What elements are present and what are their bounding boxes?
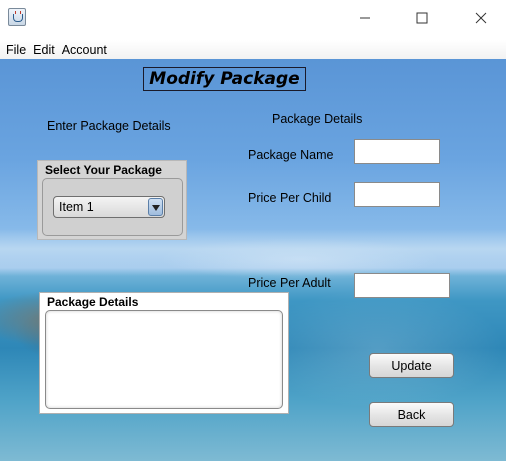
java-cup-icon bbox=[8, 8, 26, 26]
details-heading: Package Details bbox=[272, 112, 363, 126]
minimize-button[interactable] bbox=[350, 6, 380, 30]
enter-details-label: Enter Package Details bbox=[47, 119, 171, 133]
maximize-icon bbox=[416, 12, 428, 24]
package-name-field[interactable] bbox=[354, 139, 440, 164]
select-panel-title: Select Your Package bbox=[45, 163, 162, 177]
page-title-box: Modify Package bbox=[143, 67, 306, 91]
minimize-icon bbox=[360, 17, 370, 19]
content-area: Modify Package Enter Package Details Pac… bbox=[0, 59, 506, 461]
package-details-textarea[interactable] bbox=[45, 310, 283, 409]
menu-edit[interactable]: Edit bbox=[33, 43, 55, 57]
close-icon bbox=[475, 12, 487, 24]
package-select[interactable]: Item 1 bbox=[53, 196, 165, 218]
chevron-down-icon[interactable] bbox=[148, 198, 163, 216]
title-bar bbox=[0, 0, 506, 36]
package-details-panel: Package Details bbox=[39, 292, 289, 414]
page-title: Modify Package bbox=[149, 69, 300, 89]
details-panel-title: Package Details bbox=[47, 295, 139, 309]
package-name-label: Package Name bbox=[248, 148, 334, 162]
price-child-field[interactable] bbox=[354, 182, 440, 207]
menu-account[interactable]: Account bbox=[62, 43, 107, 57]
menu-bar: File Edit Account bbox=[0, 40, 506, 59]
price-adult-field[interactable] bbox=[354, 273, 450, 298]
package-select-value: Item 1 bbox=[59, 200, 94, 214]
price-child-label: Price Per Child bbox=[248, 191, 332, 205]
menu-file[interactable]: File bbox=[6, 43, 26, 57]
update-button[interactable]: Update bbox=[369, 353, 454, 378]
maximize-button[interactable] bbox=[407, 6, 437, 30]
back-button[interactable]: Back bbox=[369, 402, 454, 427]
price-adult-label: Price Per Adult bbox=[248, 276, 331, 290]
close-button[interactable] bbox=[466, 6, 496, 30]
